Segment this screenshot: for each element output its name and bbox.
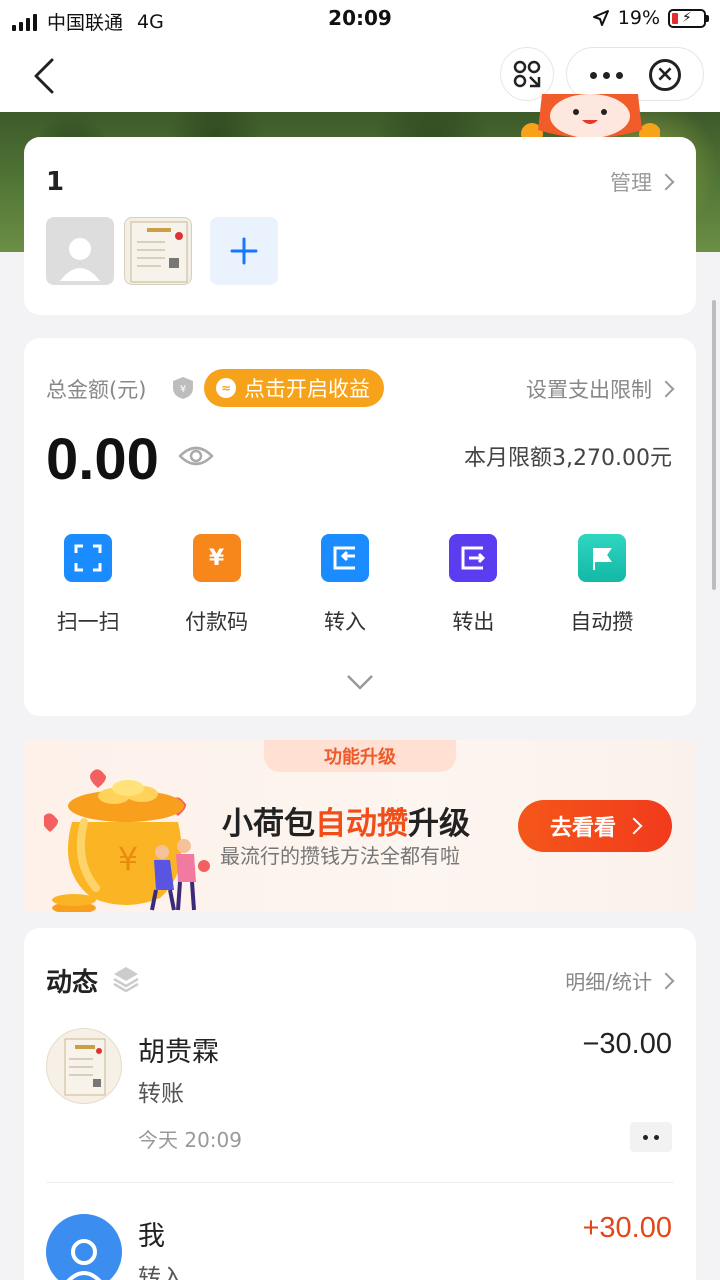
total-amount-label: 总金额(元) xyxy=(46,378,147,402)
action-label: 自动攒 xyxy=(570,610,634,634)
battery-icon: ⚡ xyxy=(668,8,709,28)
mini-program-scan-button[interactable] xyxy=(500,47,554,101)
action-auto-save[interactable]: 自动攒 xyxy=(538,534,666,636)
more-dots-icon[interactable] xyxy=(630,1122,672,1152)
action-label: 转入 xyxy=(323,610,366,634)
action-label: 扫一扫 xyxy=(56,610,120,634)
action-pay-code[interactable]: ¥ 付款码 xyxy=(152,534,280,636)
capsule-menu: × xyxy=(566,47,704,101)
spending-limit-label: 设置支出限制 xyxy=(526,378,652,402)
chevron-right-icon xyxy=(657,173,675,191)
flag-icon xyxy=(577,534,626,582)
quick-actions: 扫一扫 ¥ 付款码 转入 转出 自动攒 xyxy=(24,534,696,636)
member-avatar-license[interactable] xyxy=(124,217,192,285)
location-arrow-icon xyxy=(592,10,609,26)
enable-earnings-label: 点击开启收益 xyxy=(244,377,370,401)
promo-title-prefix: 小荷包 xyxy=(222,806,315,842)
promo-go-button[interactable]: 去看看 xyxy=(518,800,672,852)
chevron-right-icon xyxy=(657,972,675,989)
transfer-out-icon xyxy=(449,534,498,582)
close-circle-icon[interactable]: × xyxy=(649,59,681,91)
promo-title-highlight: 自动攒 xyxy=(315,806,408,842)
member-avatar-default[interactable] xyxy=(46,217,114,285)
tx-amount: −30.00 xyxy=(582,1028,672,1060)
detail-stats-label: 明细/统计 xyxy=(565,970,652,994)
chevron-down-icon[interactable] xyxy=(346,668,374,696)
action-scan[interactable]: 扫一扫 xyxy=(24,534,152,636)
plus-icon xyxy=(230,237,258,265)
balance-card: 总金额(元) ¥ ≈ 点击开启收益 设置支出限制 0.00 本月限额3,270.… xyxy=(24,338,696,716)
promo-subtitle: 最流行的攒钱方法全都有啦 xyxy=(220,844,460,868)
avatar xyxy=(46,1028,122,1104)
mini-program-scan-icon xyxy=(513,60,541,88)
layers-icon xyxy=(113,967,139,992)
add-member-button[interactable] xyxy=(210,217,278,285)
status-right: 19% ⚡ xyxy=(592,7,709,29)
members-card: 1 管理 xyxy=(24,137,696,315)
list-item[interactable]: 我 转入 +30.00 xyxy=(24,1212,696,1280)
divider xyxy=(46,1182,674,1183)
tx-name: 胡贵霖 xyxy=(138,1037,219,1068)
tx-amount: +30.00 xyxy=(582,1212,672,1244)
shield-icon: ¥ xyxy=(173,377,193,399)
members-count: 1 xyxy=(46,167,65,197)
tx-time: 今天 20:09 xyxy=(138,1128,242,1152)
enable-earnings-button[interactable]: ≈ 点击开启收益 xyxy=(204,369,384,407)
yuan-icon: ¥ xyxy=(192,534,241,582)
activity-title: 动态 xyxy=(46,968,99,998)
action-label: 转出 xyxy=(452,610,495,634)
promo-title: 小荷包自动攒升级 xyxy=(222,798,470,843)
chevron-right-icon xyxy=(625,817,643,835)
svg-text:¥: ¥ xyxy=(180,384,186,395)
chevron-right-icon xyxy=(657,380,675,398)
svg-text:¥: ¥ xyxy=(118,840,138,878)
total-amount-value: 0.00 xyxy=(46,427,159,492)
activity-card: 动态 明细/统计 胡贵霖 转账 今天 20:09 −30.00 我 转入 +30… xyxy=(24,928,696,1280)
avatar xyxy=(46,1214,122,1280)
list-item[interactable]: 胡贵霖 转账 今天 20:09 −30.00 xyxy=(24,1028,696,1188)
manage-label: 管理 xyxy=(610,171,652,195)
promo-title-suffix: 升级 xyxy=(408,806,470,842)
promo-banner[interactable]: 功能升级 ¥ 小荷包自动攒升级 最流行的攒钱方法全都有啦 去看看 xyxy=(24,740,696,912)
scrollbar[interactable] xyxy=(712,300,716,590)
tx-type: 转入 xyxy=(138,1265,184,1280)
action-label: 付款码 xyxy=(185,610,249,634)
person-icon xyxy=(60,238,100,281)
tx-name: 我 xyxy=(138,1221,165,1252)
monthly-limit-text: 本月限额3,270.00元 xyxy=(464,446,672,471)
money-bag-illustration: ¥ xyxy=(44,769,210,912)
transfer-in-icon xyxy=(320,534,369,582)
detail-stats-link[interactable]: 明细/统计 xyxy=(565,966,675,995)
scan-icon xyxy=(64,534,113,582)
business-license-image xyxy=(130,221,188,283)
status-bar: 中国联通 4G 20:09 19% ⚡ xyxy=(0,0,720,38)
person-icon xyxy=(66,1239,102,1280)
manage-link[interactable]: 管理 xyxy=(610,167,675,197)
chevron-left-icon[interactable] xyxy=(28,56,64,96)
action-transfer-out[interactable]: 转出 xyxy=(409,534,537,636)
promo-tag: 功能升级 xyxy=(264,740,456,772)
battery-percent: 19% xyxy=(617,7,660,29)
tx-type: 转账 xyxy=(138,1081,184,1107)
eye-icon[interactable] xyxy=(178,442,214,470)
coin-icon: ≈ xyxy=(216,378,236,398)
promo-go-label: 去看看 xyxy=(549,816,616,841)
business-license-image xyxy=(64,1038,106,1096)
action-transfer-in[interactable]: 转入 xyxy=(281,534,409,636)
spending-limit-link[interactable]: 设置支出限制 xyxy=(526,374,675,404)
